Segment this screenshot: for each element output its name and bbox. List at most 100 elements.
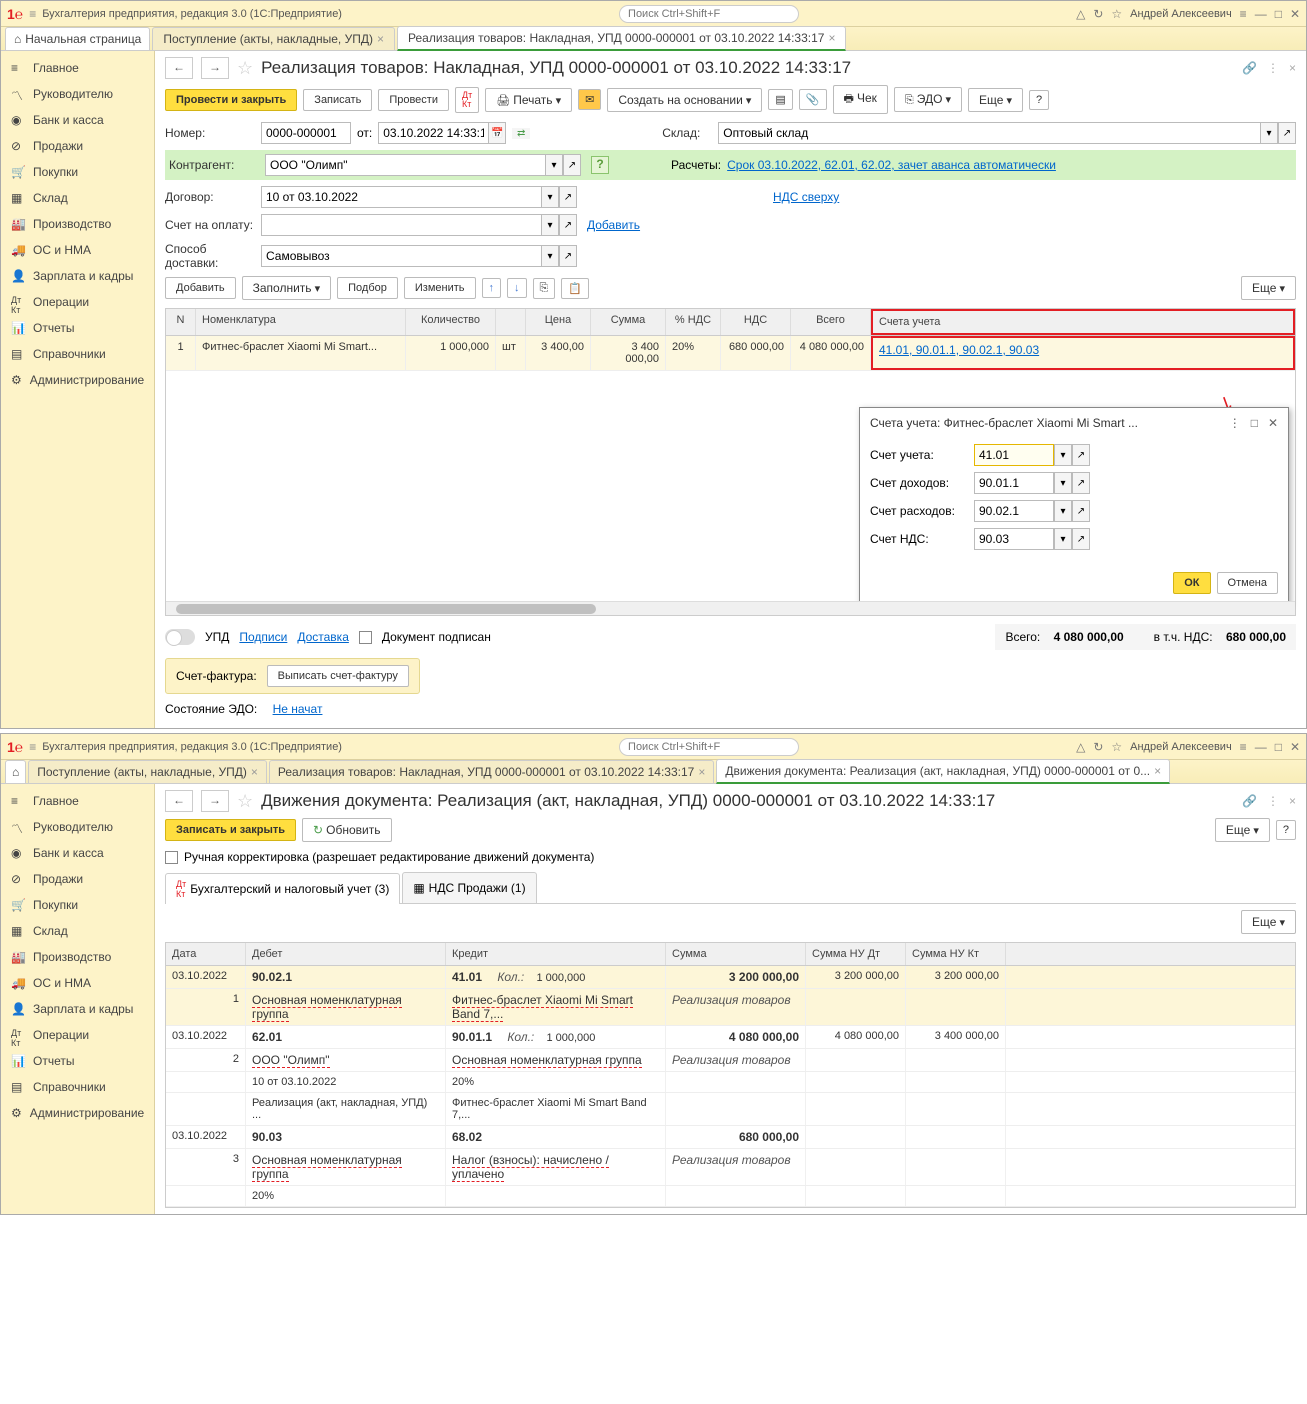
post-button[interactable]: Провести [378,89,449,111]
star-icon[interactable]: ☆ [1111,740,1122,754]
table-row[interactable]: 20% [166,1186,1295,1207]
more-button[interactable]: Еще ▾ [1215,818,1270,842]
sidebar-item-salary[interactable]: 👤Зарплата и кадры [1,263,154,289]
maximize-icon[interactable]: □ [1251,416,1258,430]
tab-movements[interactable]: Движения документа: Реализация (акт, нак… [716,759,1170,784]
sidebar-item-main[interactable]: ≡Главное [1,55,154,81]
dropdown-icon[interactable]: ▾ [1054,500,1072,522]
history-icon[interactable]: ↻ [1093,740,1103,754]
expense-input[interactable] [974,500,1054,522]
accounts-link[interactable]: 41.01, 90.01.1, 90.02.1, 90.03 [879,343,1039,357]
settings-icon[interactable]: ≡ [1240,7,1247,21]
star-icon[interactable]: ☆ [1111,7,1122,21]
refresh-button[interactable]: ↻ Обновить [302,818,391,842]
counterparty-input[interactable] [265,154,545,176]
tab-sale[interactable]: Реализация товаров: Накладная, УПД 0000-… [397,26,846,51]
dropdown-icon[interactable]: ▾ [1054,472,1072,494]
more-icon[interactable]: ⋮ [1267,794,1279,808]
cancel-button[interactable]: Отмена [1217,572,1278,594]
dropdown-icon[interactable]: ▾ [545,154,563,176]
sign-link[interactable]: Подписи [239,630,287,644]
number-input[interactable] [261,122,351,144]
ok-button[interactable]: ОК [1173,572,1210,594]
check-button[interactable]: 🖶 Чек [833,85,888,114]
sidebar-item-assets[interactable]: 🚚ОС и НМА [1,970,154,996]
sidebar-item-admin[interactable]: ⚙Администрирование [1,367,154,393]
subtab-vat-sales[interactable]: ▦НДС Продажи (1) [402,872,536,903]
print-button[interactable]: 🖨 Печать ▾ [485,88,572,112]
dropdown-icon[interactable]: ▾ [541,186,559,208]
open-icon[interactable]: ↗ [1072,500,1090,522]
add-link[interactable]: Добавить [587,218,640,232]
help-button[interactable]: ? [1029,90,1049,110]
signed-checkbox[interactable] [359,631,372,644]
favorite-icon[interactable]: ☆ [237,58,253,79]
close-icon[interactable]: × [1289,61,1296,75]
sidebar-item-bank[interactable]: ◉Банк и касса [1,107,154,133]
vat-acc-input[interactable] [974,528,1054,550]
table-row[interactable]: 10 от 03.10.202220% [166,1072,1295,1093]
paste-button[interactable]: 📋 [561,278,589,299]
move-down-button[interactable]: ↓ [507,278,527,298]
sidebar-item-main[interactable]: ≡Главное [1,788,154,814]
forward-button[interactable]: → [201,57,229,79]
open-icon[interactable]: ↗ [559,186,577,208]
sidebar-item-admin[interactable]: ⚙Администрирование [1,1100,154,1126]
open-icon[interactable]: ↗ [563,154,581,176]
registry-button[interactable]: ▤ [768,89,792,110]
more-icon[interactable]: ⋮ [1229,416,1241,430]
favorite-icon[interactable]: ☆ [237,791,253,812]
edo-status-link[interactable]: Не начат [273,702,323,716]
sidebar-item-reports[interactable]: 📊Отчеты [1,315,154,341]
change-button[interactable]: Изменить [404,277,476,299]
delivery-input[interactable] [261,245,541,267]
save-close-button[interactable]: Записать и закрыть [165,819,296,841]
table-row[interactable]: 2ООО "Олимп"Основная номенклатурная груп… [166,1049,1295,1072]
sidebar-item-sales[interactable]: ⊘Продажи [1,866,154,892]
more-button[interactable]: Еще ▾ [968,88,1023,112]
table-row[interactable]: 1Основная номенклатурная группаФитнес-бр… [166,989,1295,1026]
sidebar-item-sales[interactable]: ⊘Продажи [1,133,154,159]
sidebar-item-bank[interactable]: ◉Банк и касса [1,840,154,866]
maximize-icon[interactable]: □ [1275,740,1282,754]
sidebar-item-purchase[interactable]: 🛒Покупки [1,892,154,918]
sidebar-item-warehouse[interactable]: ▦Склад [1,918,154,944]
close-icon[interactable]: × [1289,794,1296,808]
open-icon[interactable]: ↗ [1072,528,1090,550]
sidebar-item-references[interactable]: ▤Справочники [1,341,154,367]
dropdown-icon[interactable]: ▾ [1054,528,1072,550]
user-name[interactable]: Андрей Алексеевич [1130,741,1232,753]
search-input[interactable] [619,5,799,23]
scrollbar-horizontal[interactable] [166,601,1295,615]
minimize-icon[interactable]: — [1255,740,1267,754]
table-row[interactable]: 3Основная номенклатурная группаНалог (вз… [166,1149,1295,1186]
bell-icon[interactable]: △ [1076,740,1085,754]
email-button[interactable]: ✉ [578,89,601,110]
more-icon[interactable]: ⋮ [1267,61,1279,75]
sidebar-item-reports[interactable]: 📊Отчеты [1,1048,154,1074]
search-input[interactable] [619,738,799,756]
sidebar-item-warehouse[interactable]: ▦Склад [1,185,154,211]
add-row-button[interactable]: Добавить [165,277,236,299]
history-icon[interactable]: ↻ [1093,7,1103,21]
fill-button[interactable]: Заполнить ▾ [242,276,332,300]
warehouse-input[interactable] [718,122,1260,144]
sidebar-item-production[interactable]: 🏭Производство [1,944,154,970]
minimize-icon[interactable]: — [1255,7,1267,21]
bell-icon[interactable]: △ [1076,7,1085,21]
post-close-button[interactable]: Провести и закрыть [165,89,297,111]
issue-invoice-button[interactable]: Выписать счет-фактуру [267,665,409,687]
contract-input[interactable] [261,186,541,208]
grid-more-button[interactable]: Еще ▾ [1241,276,1296,300]
sidebar-item-references[interactable]: ▤Справочники [1,1074,154,1100]
dtkt-button[interactable]: ДтКт [455,87,479,113]
back-button[interactable]: ← [165,57,193,79]
user-name[interactable]: Андрей Алексеевич [1130,8,1232,20]
link-icon[interactable]: 🔗 [1242,61,1257,75]
sidebar-item-purchase[interactable]: 🛒Покупки [1,159,154,185]
close-icon[interactable]: ✕ [1290,7,1300,21]
create-based-button[interactable]: Создать на основании ▾ [607,88,762,112]
table-row[interactable]: 03.10.202290.02.141.01 Кол.: 1 000,0003 … [166,966,1295,989]
open-icon[interactable]: ↗ [559,214,577,236]
edo-button[interactable]: ⎘ ЭДО ▾ [894,87,962,112]
